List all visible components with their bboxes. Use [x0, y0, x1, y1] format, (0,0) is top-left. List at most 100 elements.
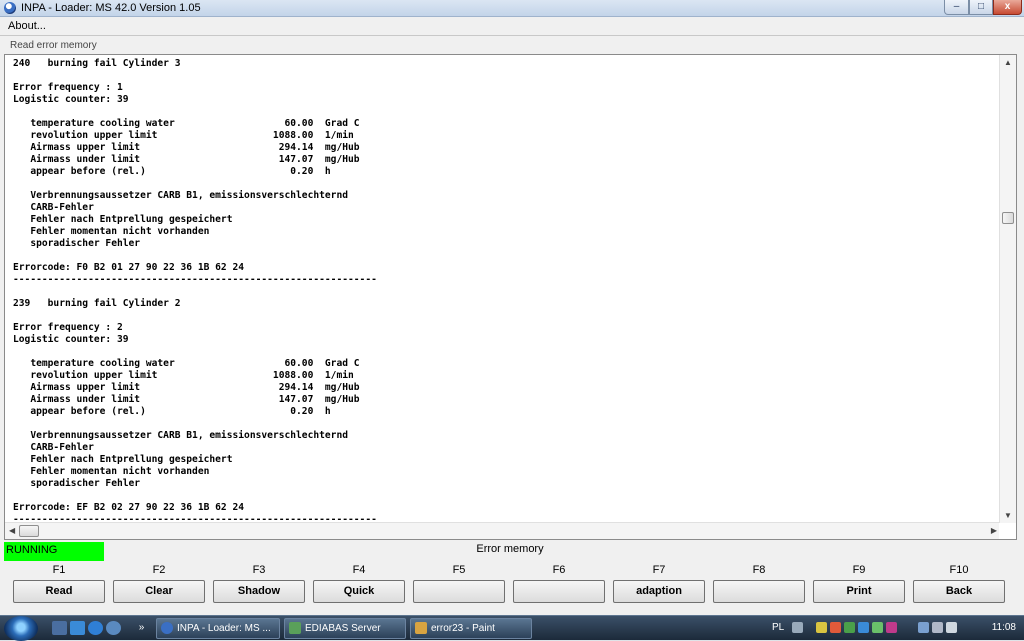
- fkey-group-f4: F4 Quick: [313, 563, 405, 603]
- scroll-up-icon[interactable]: ▲: [1004, 58, 1012, 67]
- fkey-button-f5[interactable]: [413, 580, 505, 603]
- task-label: error23 - Paint: [431, 623, 495, 634]
- log-line: Fehler momentan nicht vorhanden: [13, 226, 210, 237]
- fkey-button-f10[interactable]: Back: [913, 580, 1005, 603]
- fkey-button-f7[interactable]: adaption: [613, 580, 705, 603]
- log-line: sporadischer Fehler: [13, 238, 141, 249]
- log-line: Fehler momentan nicht vorhanden: [13, 466, 210, 477]
- fkey-button-f4[interactable]: Quick: [313, 580, 405, 603]
- security-icon[interactable]: [816, 622, 827, 633]
- search-icon[interactable]: [106, 621, 121, 635]
- log-line: revolution upper limit 1088.00 1/min: [13, 130, 354, 141]
- log-line: Error frequency : 2: [13, 322, 123, 333]
- log-line: Verbrennungsaussetzer CARB B1, emissions…: [13, 190, 349, 201]
- scroll-right-icon[interactable]: ▶: [991, 526, 997, 535]
- ediabas-icon: [289, 622, 301, 634]
- start-button[interactable]: [4, 616, 38, 641]
- log-line: appear before (rel.) 0.20 h: [13, 406, 331, 417]
- log-line: Errorcode: F0 B2 01 27 90 22 36 1B 62 24: [13, 262, 245, 273]
- maximize-button[interactable]: □: [969, 0, 993, 15]
- log-line: Errorcode: EF B2 02 27 90 22 36 1B 62 24: [13, 502, 245, 513]
- display-icon[interactable]: [932, 622, 943, 633]
- log-line: Fehler nach Entprellung gespeichert: [13, 214, 233, 225]
- fkey-button-f6[interactable]: [513, 580, 605, 603]
- log-line: sporadischer Fehler: [13, 478, 141, 489]
- vertical-scrollbar[interactable]: ▲ ▼: [999, 55, 1016, 523]
- status-indicator: RUNNING: [4, 542, 104, 561]
- fkey-group-f2: F2 Clear: [113, 563, 205, 603]
- log-line: Verbrennungsaussetzer CARB B1, emissions…: [13, 430, 349, 441]
- fkey-button-f1[interactable]: Read: [13, 580, 105, 603]
- log-line: 240 burning fail Cylinder 3: [13, 58, 181, 69]
- log-line: CARB-Fehler: [13, 442, 94, 453]
- fkey-label: F1: [52, 564, 66, 576]
- fkey-button-f8[interactable]: [713, 580, 805, 603]
- fkey-label: F10: [949, 564, 969, 576]
- update-icon[interactable]: [844, 622, 855, 633]
- log-line: Airmass upper limit 294.14 mg/Hub: [13, 382, 360, 393]
- fkey-button-f9[interactable]: Print: [813, 580, 905, 603]
- log-line: Error frequency : 1: [13, 82, 123, 93]
- menu-bar: About...: [0, 17, 1024, 36]
- vertical-scroll-thumb[interactable]: [1002, 212, 1014, 224]
- log-line: appear before (rel.) 0.20 h: [13, 166, 331, 177]
- error-log-text: 240 burning fail Cylinder 3 Error frequen…: [13, 58, 998, 523]
- tray-app-icon[interactable]: [886, 622, 897, 633]
- connection-icon[interactable]: [918, 622, 929, 633]
- fkey-group-f5: F5: [413, 563, 505, 603]
- explorer-icon[interactable]: [70, 621, 85, 635]
- antivirus-icon[interactable]: [830, 622, 841, 633]
- fkey-button-f2[interactable]: Clear: [113, 580, 205, 603]
- fkey-group-f3: F3 Shadow: [213, 563, 305, 603]
- log-line: revolution upper limit 1088.00 1/min: [13, 370, 354, 381]
- network-icon[interactable]: [858, 622, 869, 633]
- green-app-icon[interactable]: [872, 622, 883, 633]
- horizontal-scroll-thumb[interactable]: [19, 525, 39, 537]
- task-paint[interactable]: error23 - Paint: [410, 618, 532, 639]
- fkey-group-f10: F10 Back: [913, 563, 1005, 603]
- internet-explorer-icon[interactable]: [88, 621, 103, 635]
- app-icon: [4, 2, 16, 14]
- horizontal-scrollbar[interactable]: ◀ ▶: [5, 522, 999, 539]
- volume-icon[interactable]: [946, 622, 957, 633]
- task-inpa[interactable]: INPA - Loader: MS ...: [156, 618, 280, 639]
- clock[interactable]: 11:08: [992, 622, 1016, 633]
- paint-icon: [415, 622, 427, 634]
- title-bar[interactable]: INPA - Loader: MS 42.0 Version 1.05 – □ …: [0, 0, 1024, 17]
- fkey-label: F7: [652, 564, 666, 576]
- log-line: Airmass under limit 147.07 mg/Hub: [13, 394, 360, 405]
- inpa-window: INPA - Loader: MS 42.0 Version 1.05 – □ …: [0, 0, 1024, 615]
- fkey-label: F3: [252, 564, 266, 576]
- task-label: EDIABAS Server: [305, 623, 381, 634]
- minimize-button[interactable]: –: [944, 0, 969, 15]
- taskbar: » INPA - Loader: MS ... EDIABAS Server e…: [0, 615, 1024, 641]
- keyboard-icon[interactable]: [792, 622, 803, 633]
- scroll-down-icon[interactable]: ▼: [1004, 511, 1012, 520]
- log-line: Fehler nach Entprellung gespeichert: [13, 454, 233, 465]
- fkey-label: F6: [552, 564, 566, 576]
- fkey-group-f6: F6: [513, 563, 605, 603]
- log-line: CARB-Fehler: [13, 202, 94, 213]
- fkey-group-f9: F9 Print: [813, 563, 905, 603]
- language-indicator[interactable]: PL: [772, 622, 784, 633]
- fkey-label: F9: [852, 564, 866, 576]
- menu-about[interactable]: About...: [8, 20, 46, 32]
- system-tray: PL 11:08: [768, 616, 1024, 641]
- log-line: Airmass upper limit 294.14 mg/Hub: [13, 142, 360, 153]
- fkey-button-f3[interactable]: Shadow: [213, 580, 305, 603]
- screen-caption: Error memory: [476, 543, 544, 555]
- close-button[interactable]: x: [993, 0, 1022, 15]
- log-line: Logistic counter: 39: [13, 334, 129, 345]
- quicklaunch-more-icon[interactable]: »: [134, 621, 149, 635]
- log-line: 239 burning fail Cylinder 2: [13, 298, 181, 309]
- log-line: Airmass under limit 147.07 mg/Hub: [13, 154, 360, 165]
- task-ediabas[interactable]: EDIABAS Server: [284, 618, 406, 639]
- scroll-left-icon[interactable]: ◀: [9, 526, 15, 535]
- fkey-label: F4: [352, 564, 366, 576]
- show-desktop-icon[interactable]: [52, 621, 67, 635]
